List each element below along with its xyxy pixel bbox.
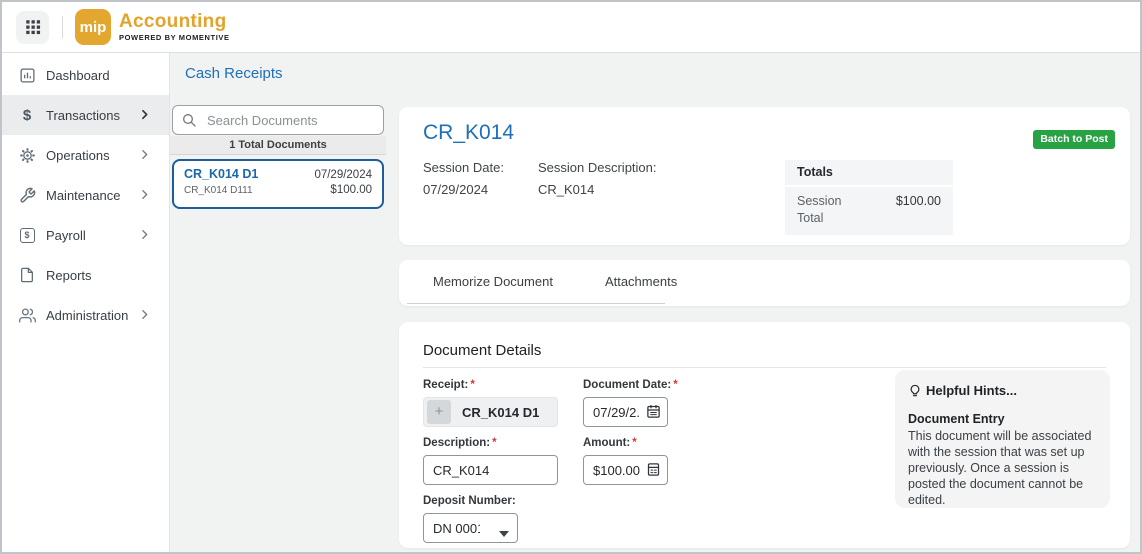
sidebar-item-label: Transactions: [46, 108, 120, 123]
session-title: CR_K014: [423, 121, 514, 145]
people-icon: [17, 307, 37, 324]
app-window: mip Accounting POWERED BY MOMENTIVE Dash…: [0, 0, 1142, 554]
session-description-value: CR_K014: [538, 182, 594, 197]
caret-down-icon: [499, 525, 509, 543]
amount-field-group: Amount:*: [583, 437, 668, 485]
search-input[interactable]: [172, 105, 384, 135]
chevron-right-icon: [138, 188, 151, 206]
document-icon: [17, 267, 37, 283]
receipt-value: CR_K014 D1: [462, 405, 539, 420]
page-title: Cash Receipts: [185, 65, 283, 82]
sidebar-item-label: Operations: [46, 148, 110, 163]
session-panel: CR_K014 Session Date: 07/29/2024 Session…: [399, 107, 1130, 245]
deposit-number-value: DN 0001: [433, 521, 480, 536]
add-receipt-button[interactable]: +: [427, 400, 451, 424]
deposit-number-field-group: Deposit Number: DN 0001: [423, 495, 518, 543]
totals-row-label: Session Total: [797, 193, 855, 227]
mip-logo: mip: [75, 9, 111, 45]
helpful-hints-body: This document will be associated with th…: [908, 428, 1098, 508]
totals-row-value: $100.00: [896, 194, 941, 227]
description-input[interactable]: [423, 455, 558, 485]
search-icon: [181, 112, 197, 133]
sidebar-item-reports[interactable]: Reports: [2, 255, 169, 295]
receipt-field-group: Receipt:* + CR_K014 D1: [423, 379, 558, 427]
helpful-hints-heading: Document Entry: [908, 412, 1098, 426]
required-asterisk: *: [470, 379, 474, 391]
document-list-item[interactable]: CR_K014 D1 07/29/2024 CR_K014 D111 $100.…: [172, 159, 384, 209]
sidebar-item-label: Reports: [46, 268, 92, 283]
totals-header: Totals: [785, 160, 953, 187]
dollar-icon: $: [17, 107, 37, 124]
batch-to-post-button[interactable]: Batch to Post: [1033, 130, 1115, 149]
sidebar-item-operations[interactable]: Operations: [2, 135, 169, 175]
amount-label: Amount:*: [583, 437, 668, 449]
sidebar-item-label: Payroll: [46, 228, 86, 243]
sidebar-item-label: Maintenance: [46, 188, 120, 203]
required-asterisk: *: [632, 437, 636, 449]
top-header: mip Accounting POWERED BY MOMENTIVE: [2, 2, 1140, 53]
sidebar-item-payroll[interactable]: $ Payroll: [2, 215, 169, 255]
chevron-right-icon: [138, 308, 151, 326]
sidebar-item-transactions[interactable]: $ Transactions: [2, 95, 169, 135]
sidebar-item-maintenance[interactable]: Maintenance: [2, 175, 169, 215]
document-details-title: Document Details: [423, 342, 541, 359]
tab-memorize-document[interactable]: Memorize Document: [407, 274, 579, 289]
description-field-group: Description:*: [423, 437, 558, 485]
helpful-hints-panel: Helpful Hints... Document Entry This doc…: [895, 370, 1110, 508]
document-item-title: CR_K014 D1: [184, 167, 258, 181]
brand-block: Accounting POWERED BY MOMENTIVE: [119, 12, 230, 42]
section-divider: [423, 367, 1106, 368]
document-item-date: 07/29/2024: [314, 169, 372, 181]
session-description-label: Session Description:: [538, 160, 657, 175]
document-details-panel: Document Details Receipt:* + CR_K014 D1 …: [399, 322, 1130, 548]
helpful-hints-title: Helpful Hints...: [908, 383, 1098, 398]
sidebar-item-label: Administration: [46, 308, 128, 323]
document-date-field-group: Document Date:*: [583, 379, 678, 427]
session-date-value: 07/29/2024: [423, 182, 488, 197]
required-asterisk: *: [492, 437, 496, 449]
gear-icon: [17, 147, 37, 164]
tab-strip: Memorize Document Attachments: [407, 260, 665, 304]
document-item-amount: $100.00: [330, 184, 372, 196]
app-name: Accounting: [119, 12, 230, 31]
deposit-number-label: Deposit Number:: [423, 495, 518, 507]
chevron-right-icon: [138, 108, 151, 126]
brand-tagline: POWERED BY MOMENTIVE: [119, 33, 230, 42]
totals-row: Session Total $100.00: [785, 187, 953, 235]
deposit-number-select[interactable]: DN 0001: [423, 513, 518, 543]
dashboard-icon: [17, 67, 37, 84]
payroll-icon: $: [17, 228, 37, 243]
grid-icon: [24, 18, 42, 36]
chevron-right-icon: [138, 148, 151, 166]
chevron-right-icon: [138, 228, 151, 246]
app-launcher-button[interactable]: [16, 11, 49, 44]
document-date-label: Document Date:*: [583, 379, 678, 391]
tab-attachments[interactable]: Attachments: [579, 274, 703, 289]
amount-input[interactable]: [583, 455, 668, 485]
receipt-label: Receipt:*: [423, 379, 558, 391]
search-box: [172, 105, 384, 135]
document-date-input[interactable]: [583, 397, 668, 427]
header-divider: [62, 16, 63, 38]
document-count-label: 1 Total Documents: [229, 139, 327, 151]
totals-table: Totals Session Total $100.00: [785, 160, 953, 235]
wrench-icon: [17, 187, 37, 204]
sidebar-item-label: Dashboard: [46, 68, 110, 83]
lightbulb-icon: [908, 384, 922, 398]
description-label: Description:*: [423, 437, 558, 449]
receipt-field: + CR_K014 D1: [423, 397, 558, 427]
sidebar-item-dashboard[interactable]: Dashboard: [2, 55, 169, 95]
required-asterisk: *: [673, 379, 677, 391]
mip-logo-text: mip: [80, 19, 107, 36]
sidebar-item-administration[interactable]: Administration: [2, 295, 169, 335]
document-count-bar: 1 Total Documents: [170, 136, 386, 155]
session-date-label: Session Date:: [423, 160, 504, 175]
tabs-panel: Memorize Document Attachments: [399, 260, 1130, 306]
sidebar: Dashboard $ Transactions: [2, 53, 170, 554]
document-item-subtitle: CR_K014 D111: [184, 185, 253, 196]
